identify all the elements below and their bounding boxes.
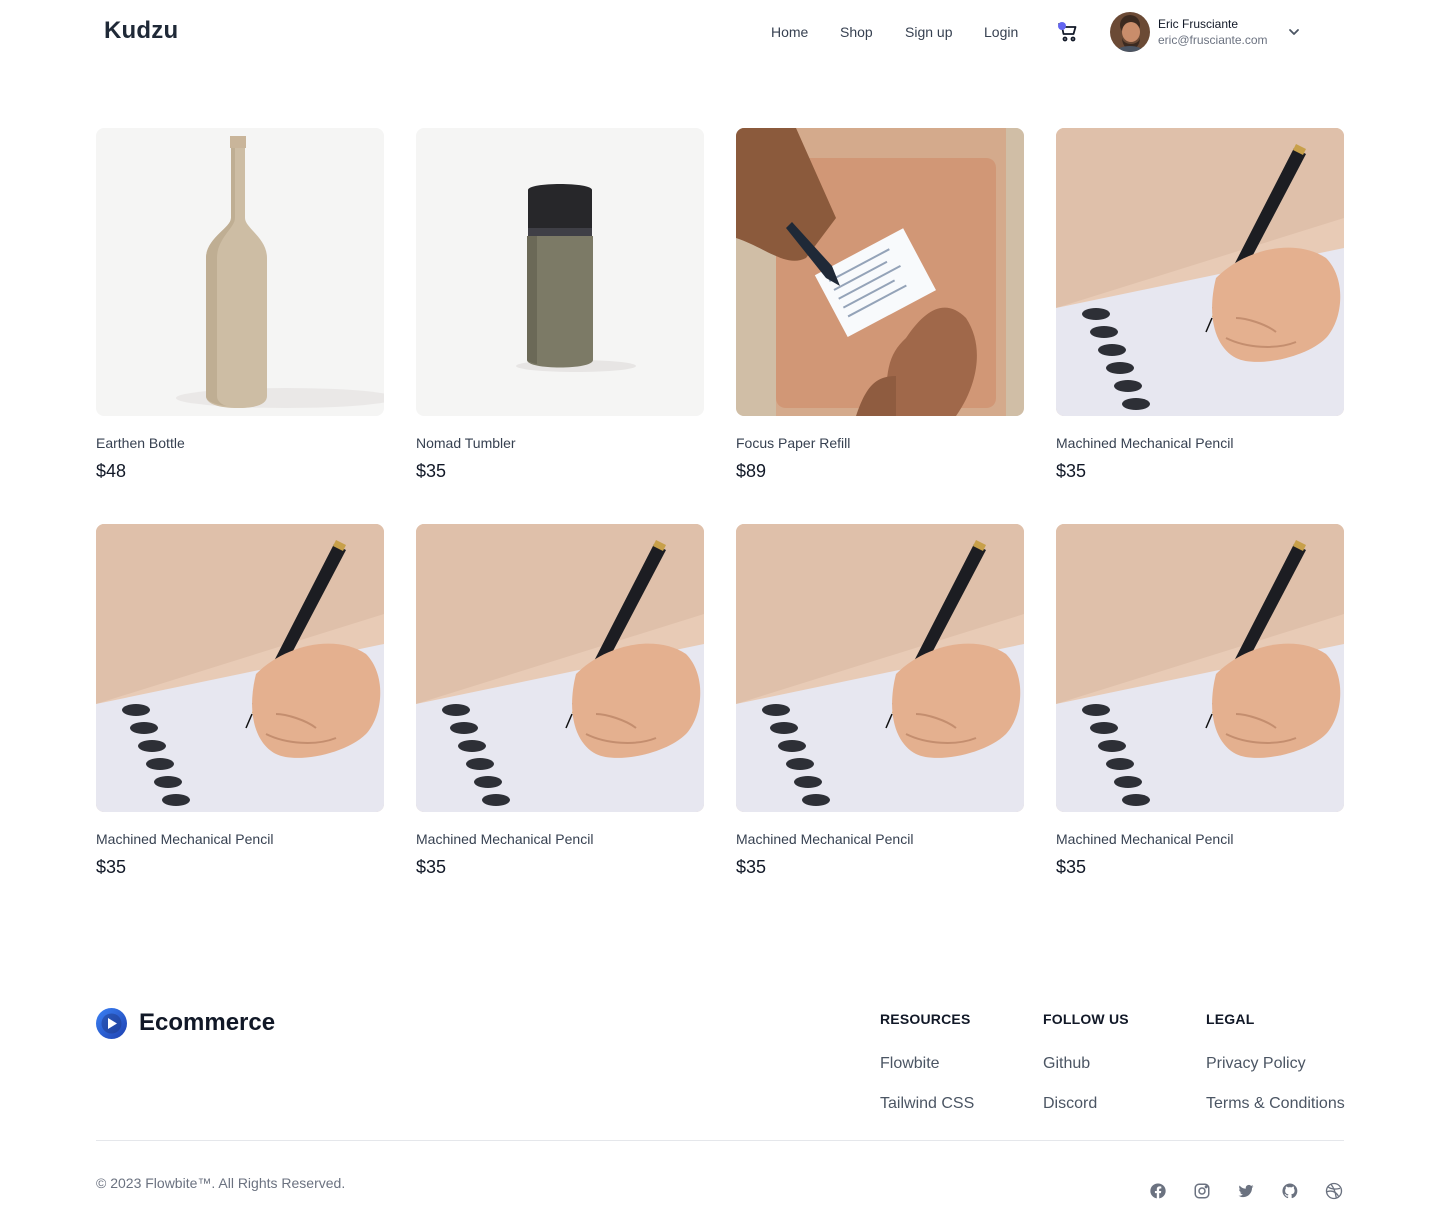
product-card[interactable]: Nomad Tumbler $35 [416, 128, 704, 481]
footer-heading-legal: LEGAL [1206, 1011, 1255, 1027]
user-menu-toggle[interactable] [1286, 24, 1302, 40]
chevron-down-icon [1289, 29, 1299, 35]
dribbble-icon[interactable] [1325, 1182, 1343, 1200]
product-price: $35 [736, 857, 767, 877]
twitter-icon[interactable] [1237, 1182, 1255, 1200]
nav-link-home[interactable]: Home [771, 24, 808, 40]
footer-heading-follow-us: FOLLOW US [1043, 1011, 1129, 1027]
copyright-text: © 2023 Flowbite™. All Rights Reserved. [96, 1175, 346, 1191]
product-card[interactable]: Machined Mechanical Pencil $35 [1056, 128, 1344, 481]
product-card[interactable]: Machined Mechanical Pencil $35 [416, 524, 704, 877]
product-name[interactable]: Earthen Bottle [96, 435, 185, 451]
footer-link-discord[interactable]: Discord [1043, 1095, 1097, 1113]
product-name[interactable]: Machined Mechanical Pencil [96, 831, 273, 847]
product-price: $35 [416, 461, 447, 481]
product-name[interactable]: Machined Mechanical Pencil [1056, 435, 1233, 451]
product-name[interactable]: Focus Paper Refill [736, 435, 850, 451]
product-name[interactable]: Nomad Tumbler [416, 435, 516, 451]
footer-link-tailwind[interactable]: Tailwind CSS [880, 1095, 974, 1113]
product-image[interactable] [416, 128, 704, 416]
product-image[interactable] [736, 524, 1024, 812]
github-icon[interactable] [1281, 1182, 1299, 1200]
product-name[interactable]: Machined Mechanical Pencil [416, 831, 593, 847]
product-card[interactable]: Earthen Bottle $48 [96, 128, 384, 481]
product-card[interactable]: Machined Mechanical Pencil $35 [1056, 524, 1344, 877]
product-image[interactable] [736, 128, 1024, 416]
product-name[interactable]: Machined Mechanical Pencil [1056, 831, 1233, 847]
nav-link-login[interactable]: Login [984, 24, 1018, 40]
product-card[interactable]: Machined Mechanical Pencil $35 [736, 524, 1024, 877]
top-navbar: Kudzu Home Shop Sign up Login Eric Frusc… [0, 0, 1440, 64]
product-name[interactable]: Machined Mechanical Pencil [736, 831, 913, 847]
product-image[interactable] [96, 524, 384, 812]
footer-link-terms[interactable]: Terms & Conditions [1206, 1095, 1345, 1113]
facebook-icon[interactable] [1149, 1182, 1167, 1200]
notification-dot [1058, 22, 1066, 30]
product-price: $48 [96, 461, 127, 481]
footer-divider [96, 1140, 1344, 1141]
product-price: $35 [416, 857, 447, 877]
product-price: $89 [736, 461, 767, 481]
product-card[interactable]: Machined Mechanical Pencil $35 [96, 524, 384, 877]
nav-link-signup[interactable]: Sign up [905, 24, 952, 40]
product-price: $35 [1056, 857, 1087, 877]
product-card[interactable]: Focus Paper Refill $89 [736, 128, 1024, 481]
footer-heading-resources: RESOURCES [880, 1011, 971, 1027]
footer-brand[interactable]: Ecommerce [139, 1009, 275, 1037]
user-email: eric@frusciante.com [1158, 33, 1268, 47]
product-image[interactable] [1056, 524, 1344, 812]
footer-link-github[interactable]: Github [1043, 1055, 1090, 1073]
avatar[interactable] [1110, 12, 1150, 52]
product-price: $35 [96, 857, 127, 877]
footer-link-flowbite[interactable]: Flowbite [880, 1055, 940, 1073]
product-image[interactable] [1056, 128, 1344, 416]
product-image[interactable] [416, 524, 704, 812]
brand-logo[interactable]: Kudzu [104, 17, 178, 45]
user-name: Eric Frusciante [1158, 17, 1239, 31]
instagram-icon[interactable] [1193, 1182, 1211, 1200]
product-price: $35 [1056, 461, 1087, 481]
nav-link-shop[interactable]: Shop [840, 24, 873, 40]
footer-link-privacy[interactable]: Privacy Policy [1206, 1055, 1306, 1073]
flowbite-logo-icon[interactable] [96, 1008, 127, 1039]
product-image[interactable] [96, 128, 384, 416]
